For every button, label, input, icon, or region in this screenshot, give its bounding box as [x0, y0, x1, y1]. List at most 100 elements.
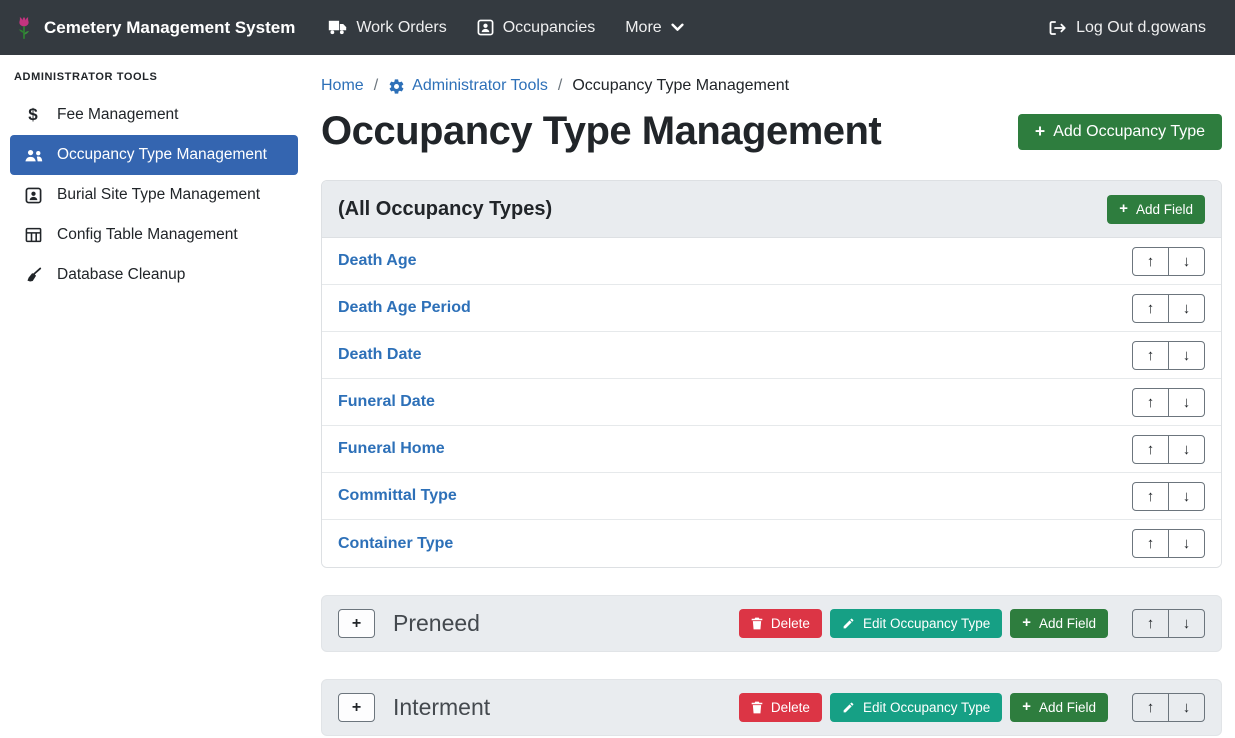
reorder-controls: ↑ ↓: [1132, 693, 1205, 722]
plus-icon: +: [1035, 123, 1045, 141]
sidebar-item-occupancy-type-management[interactable]: Occupancy Type Management: [10, 135, 298, 175]
breadcrumb-separator: /: [374, 77, 378, 95]
reorder-controls: ↑ ↓: [1132, 609, 1205, 638]
all-occupancy-types-header: (All Occupancy Types) + Add Field: [322, 181, 1221, 238]
edit-occupancy-type-button[interactable]: Edit Occupancy Type: [830, 693, 1002, 722]
move-up-button[interactable]: ↑: [1132, 693, 1169, 722]
sidebar-item-label: Database Cleanup: [57, 266, 185, 284]
move-up-button[interactable]: ↑: [1132, 294, 1169, 323]
field-row: Committal Type ↑ ↓: [322, 473, 1221, 520]
field-link-death-age[interactable]: Death Age: [338, 252, 417, 270]
sidebar-item-database-cleanup[interactable]: Database Cleanup: [10, 255, 298, 295]
add-occupancy-type-label: Add Occupancy Type: [1053, 123, 1205, 141]
move-down-button[interactable]: ↓: [1168, 247, 1205, 276]
field-row: Death Date ↑ ↓: [322, 332, 1221, 379]
add-occupancy-type-button[interactable]: + Add Occupancy Type: [1018, 114, 1222, 150]
add-field-label: Add Field: [1039, 700, 1096, 715]
logout-icon: [1049, 20, 1067, 36]
sidebar-item-label: Burial Site Type Management: [57, 186, 260, 204]
add-field-label: Add Field: [1039, 616, 1096, 631]
add-field-button[interactable]: + Add Field: [1107, 195, 1205, 224]
logout-button[interactable]: Log Out d.gowans: [1034, 0, 1221, 55]
plus-icon: +: [1022, 700, 1031, 715]
field-link-container-type[interactable]: Container Type: [338, 535, 453, 553]
move-down-button[interactable]: ↓: [1168, 388, 1205, 417]
move-up-button[interactable]: ↑: [1132, 341, 1169, 370]
reorder-controls: ↑ ↓: [1132, 247, 1205, 276]
delete-label: Delete: [771, 700, 810, 715]
nav-item-more[interactable]: More: [610, 0, 698, 55]
plus-icon: +: [1022, 616, 1031, 631]
move-down-button[interactable]: ↓: [1168, 435, 1205, 464]
edit-occupancy-type-button[interactable]: Edit Occupancy Type: [830, 609, 1002, 638]
field-link-funeral-date[interactable]: Funeral Date: [338, 393, 435, 411]
add-field-button[interactable]: + Add Field: [1010, 693, 1108, 722]
move-down-button[interactable]: ↓: [1168, 482, 1205, 511]
page-title: Occupancy Type Management: [321, 109, 881, 154]
breadcrumb: Home / Administrator Tools / Occupancy T…: [321, 71, 1222, 97]
brand-link[interactable]: Cemetery Management System: [14, 15, 295, 41]
move-up-button[interactable]: ↑: [1132, 482, 1169, 511]
move-down-button[interactable]: ↓: [1168, 609, 1205, 638]
trash-icon: [751, 617, 763, 630]
field-row: Funeral Home ↑ ↓: [322, 426, 1221, 473]
sidebar-item-label: Fee Management: [57, 106, 179, 124]
move-up-button[interactable]: ↑: [1132, 388, 1169, 417]
delete-button[interactable]: Delete: [739, 609, 822, 638]
reorder-controls: ↑ ↓: [1132, 294, 1205, 323]
page-header: Occupancy Type Management + Add Occupanc…: [321, 109, 1222, 154]
breadcrumb-home-link[interactable]: Home: [321, 77, 364, 95]
broom-icon: [22, 267, 44, 283]
expand-button[interactable]: +: [338, 693, 375, 722]
breadcrumb-current: Occupancy Type Management: [572, 77, 789, 95]
sidebar-item-fee-management[interactable]: $ Fee Management: [10, 95, 298, 135]
reorder-controls: ↑ ↓: [1132, 341, 1205, 370]
section-title: Interment: [393, 694, 490, 721]
brand-text: Cemetery Management System: [44, 18, 295, 38]
nav-item-work-orders[interactable]: Work Orders: [313, 0, 461, 55]
pencil-icon: [842, 701, 855, 714]
field-row: Death Age ↑ ↓: [322, 238, 1221, 285]
field-link-funeral-home[interactable]: Funeral Home: [338, 440, 445, 458]
chevron-down-icon: [671, 23, 684, 32]
sidebar-item-config-table-management[interactable]: Config Table Management: [10, 215, 298, 255]
field-link-committal-type[interactable]: Committal Type: [338, 487, 457, 505]
nav-item-label: Work Orders: [356, 19, 446, 37]
occupancy-icon: [477, 19, 494, 36]
move-up-button[interactable]: ↑: [1132, 609, 1169, 638]
add-field-label: Add Field: [1136, 202, 1193, 217]
nav-item-occupancies[interactable]: Occupancies: [462, 0, 611, 55]
sidebar-header: Administrator Tools: [10, 69, 298, 95]
delete-button[interactable]: Delete: [739, 693, 822, 722]
move-up-button[interactable]: ↑: [1132, 247, 1169, 276]
move-up-button[interactable]: ↑: [1132, 435, 1169, 464]
section-actions: Delete Edit Occupancy Type + Add Field ↑: [739, 693, 1205, 722]
gear-icon: [388, 78, 405, 95]
field-link-death-date[interactable]: Death Date: [338, 346, 422, 364]
trash-icon: [751, 701, 763, 714]
edit-occupancy-type-label: Edit Occupancy Type: [863, 616, 990, 631]
field-link-death-age-period[interactable]: Death Age Period: [338, 299, 471, 317]
burial-site-icon: [22, 187, 44, 204]
card-title: (All Occupancy Types): [338, 198, 552, 221]
breadcrumb-admin-tools-link[interactable]: Administrator Tools: [388, 77, 548, 95]
field-row: Container Type ↑ ↓: [322, 520, 1221, 567]
nav-item-label: Occupancies: [503, 19, 596, 37]
sidebar-item-burial-site-type-management[interactable]: Burial Site Type Management: [10, 175, 298, 215]
flower-logo-icon: [14, 15, 34, 41]
reorder-controls: ↑ ↓: [1132, 435, 1205, 464]
occupancy-type-section-preneed: + Preneed Delete: [321, 595, 1222, 652]
move-down-button[interactable]: ↓: [1168, 294, 1205, 323]
reorder-controls: ↑ ↓: [1132, 482, 1205, 511]
move-down-button[interactable]: ↓: [1168, 529, 1205, 558]
move-down-button[interactable]: ↓: [1168, 693, 1205, 722]
top-navbar: Cemetery Management System Work Orders O…: [0, 0, 1235, 55]
truck-icon: [328, 20, 347, 35]
logout-label: Log Out d.gowans: [1076, 19, 1206, 37]
expand-button[interactable]: +: [338, 609, 375, 638]
field-row: Funeral Date ↑ ↓: [322, 379, 1221, 426]
move-up-button[interactable]: ↑: [1132, 529, 1169, 558]
add-field-button[interactable]: + Add Field: [1010, 609, 1108, 638]
move-down-button[interactable]: ↓: [1168, 341, 1205, 370]
field-row: Death Age Period ↑ ↓: [322, 285, 1221, 332]
